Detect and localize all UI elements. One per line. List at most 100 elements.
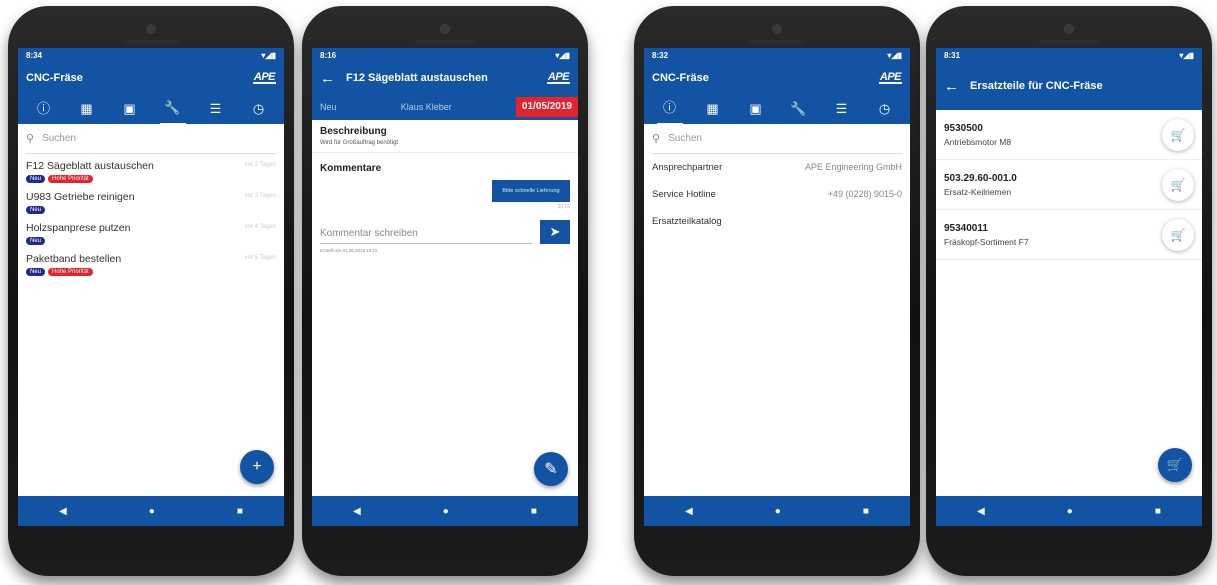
cart-add-icon: 🛒	[1170, 227, 1186, 242]
part-item[interactable]: 9530500 Antriebsmotor M8 🛒	[936, 110, 1202, 160]
phone-spare-parts: 8:31 ▾◢▮ ← Ersatzteile für CNC-Fräse 95305…	[926, 6, 1212, 576]
android-nav-bar: ◀ ● ■	[312, 496, 578, 526]
add-to-cart-button[interactable]: 🛒	[1162, 218, 1194, 251]
tab-list[interactable]: ☰	[829, 94, 855, 124]
task-title: U983 Getriebe reinigen	[26, 191, 135, 203]
android-nav-bar: ◀ ● ■	[18, 496, 284, 526]
camera	[1064, 24, 1074, 34]
dashboard-icon: ▦	[706, 101, 719, 116]
part-item[interactable]: 95340011 Fräskopf-Sortiment F7 🛒	[936, 210, 1202, 260]
status-time: 8:34	[26, 50, 43, 60]
task-item[interactable]: Holzspanprese putzen vor 4 Tagen Neu	[18, 216, 284, 247]
history-icon: ◷	[252, 101, 265, 116]
task-title: Paketband bestellen	[26, 253, 122, 265]
back-nav-icon[interactable]: ◀	[59, 506, 67, 517]
search-icon: ⚲	[26, 133, 35, 145]
recents-nav-icon[interactable]: ■	[237, 506, 243, 517]
screen: 8:16 ▾◢▮ ← F12 Sägeblatt austauschen APE Ne…	[312, 48, 578, 526]
speaker	[121, 40, 181, 44]
speaker	[1039, 40, 1099, 44]
tab-dashboard[interactable]: ▦	[700, 94, 726, 124]
tab-list[interactable]: ☰	[203, 94, 229, 124]
add-to-cart-button[interactable]: 🛒	[1162, 168, 1194, 201]
due-date-badge: 01/05/2019	[515, 97, 578, 117]
tab-history[interactable]: ◷	[246, 94, 272, 124]
edit-button[interactable]: ✎	[534, 452, 568, 486]
ape-logo: APE	[252, 71, 276, 84]
hotline-row[interactable]: Service Hotline +49 (0228) 9015-0	[644, 181, 910, 208]
home-nav-icon[interactable]: ●	[775, 506, 781, 517]
status-label: Neu	[320, 102, 337, 112]
back-arrow-icon[interactable]: ←	[320, 70, 335, 87]
send-icon: ➤	[549, 224, 561, 239]
status-icons: ▾◢▮	[1179, 50, 1194, 60]
recents-nav-icon[interactable]: ■	[531, 506, 537, 517]
phone-task-list: 8:34 ▾◢▮ CNC-Fräse APE ⓘ ▦ ▣ 🔧 ☰ ◷ ⚲ Suchen…	[8, 6, 294, 576]
page-title: Ersatzteile für CNC-Fräse	[970, 80, 1103, 92]
camera	[772, 24, 782, 34]
home-nav-icon[interactable]: ●	[149, 506, 155, 517]
recents-nav-icon[interactable]: ■	[1155, 506, 1161, 517]
contact-row: Ansprechpartner APE Engineering GmbH	[644, 154, 910, 181]
parts-catalog-label: Ersatzteilkatalog	[652, 216, 722, 227]
task-item[interactable]: U983 Getriebe reinigen vor 3 Tagen Neu	[18, 185, 284, 216]
tab-dashboard[interactable]: ▦	[74, 94, 100, 124]
tab-document[interactable]: ▣	[117, 94, 143, 124]
search-input[interactable]: ⚲ Suchen	[652, 124, 902, 154]
app-bar: ← Ersatzteile für CNC-Fräse	[936, 62, 1202, 110]
task-item[interactable]: F12 Sägeblatt austauschen vor 2 Tagen Neu H…	[18, 154, 284, 185]
status-icons: ▾◢▮	[555, 50, 570, 60]
back-nav-icon[interactable]: ◀	[977, 506, 985, 517]
comment-composer: Kommentar schreiben ➤	[320, 220, 570, 244]
plus-icon: +	[252, 458, 262, 475]
task-item[interactable]: Paketband bestellen vor 5 Tagen Neu Hohe Pr…	[18, 247, 284, 278]
badge-new: Neu	[26, 268, 46, 276]
task-title: F12 Sägeblatt austauschen	[26, 160, 154, 172]
cart-add-icon: 🛒	[1170, 177, 1186, 192]
badge-priority: Hohe Priorität	[48, 268, 93, 276]
badge-new: Neu	[26, 206, 46, 214]
status-icons: ▾◢▮	[261, 50, 276, 60]
add-to-cart-button[interactable]: 🛒	[1162, 118, 1194, 151]
tab-tasks[interactable]: 🔧	[786, 94, 812, 124]
home-nav-icon[interactable]: ●	[1067, 506, 1073, 517]
home-nav-icon[interactable]: ●	[443, 506, 449, 517]
status-time: 8:32	[652, 50, 669, 60]
wrench-icon: 🔧	[790, 101, 807, 116]
tab-document[interactable]: ▣	[743, 94, 769, 124]
back-arrow-icon[interactable]: ←	[944, 78, 959, 95]
part-item[interactable]: 503.29.60-001.0 Ersatz-Keilriemen 🛒	[936, 160, 1202, 210]
tab-history[interactable]: ◷	[872, 94, 898, 124]
badge-priority: Hohe Priorität	[48, 175, 93, 183]
android-nav-bar: ◀ ● ■	[936, 496, 1202, 526]
back-nav-icon[interactable]: ◀	[353, 506, 361, 517]
status-time: 8:31	[944, 50, 961, 60]
screen: 8:34 ▾◢▮ CNC-Fräse APE ⓘ ▦ ▣ 🔧 ☰ ◷ ⚲ Suchen…	[18, 48, 284, 526]
recents-nav-icon[interactable]: ■	[863, 506, 869, 517]
status-bar: 8:32 ▾◢▮	[644, 48, 910, 62]
page-title: CNC-Fräse	[26, 72, 83, 84]
cart-button[interactable]: 🛒	[1158, 448, 1192, 482]
comment-input[interactable]: Kommentar schreiben	[320, 220, 532, 244]
info-icon: ⓘ	[36, 101, 50, 116]
part-number: 9530500	[944, 122, 983, 134]
badge-new: Neu	[26, 237, 46, 245]
history-icon: ◷	[878, 101, 891, 116]
page-title: CNC-Fräse	[652, 72, 709, 84]
back-nav-icon[interactable]: ◀	[685, 506, 693, 517]
hotline-label: Service Hotline	[652, 189, 716, 200]
parts-catalog-row[interactable]: Ersatzteilkatalog	[644, 208, 910, 235]
add-task-button[interactable]: +	[240, 450, 274, 484]
task-time: vor 2 Tagen	[244, 162, 276, 168]
speaker	[415, 40, 475, 44]
search-input[interactable]: ⚲ Suchen	[26, 124, 276, 154]
list-icon: ☰	[835, 101, 848, 116]
tab-info[interactable]: ⓘ	[31, 94, 57, 124]
tab-info[interactable]: ⓘ	[656, 93, 683, 125]
tab-tasks[interactable]: 🔧	[159, 93, 186, 125]
task-time: vor 5 Tagen	[244, 255, 276, 261]
speaker	[747, 40, 807, 44]
tab-bar: ⓘ ▦ ▣ 🔧 ☰ ◷	[18, 93, 284, 125]
send-button[interactable]: ➤	[540, 220, 570, 244]
app-bar: CNC-Fräse APE	[644, 62, 910, 94]
